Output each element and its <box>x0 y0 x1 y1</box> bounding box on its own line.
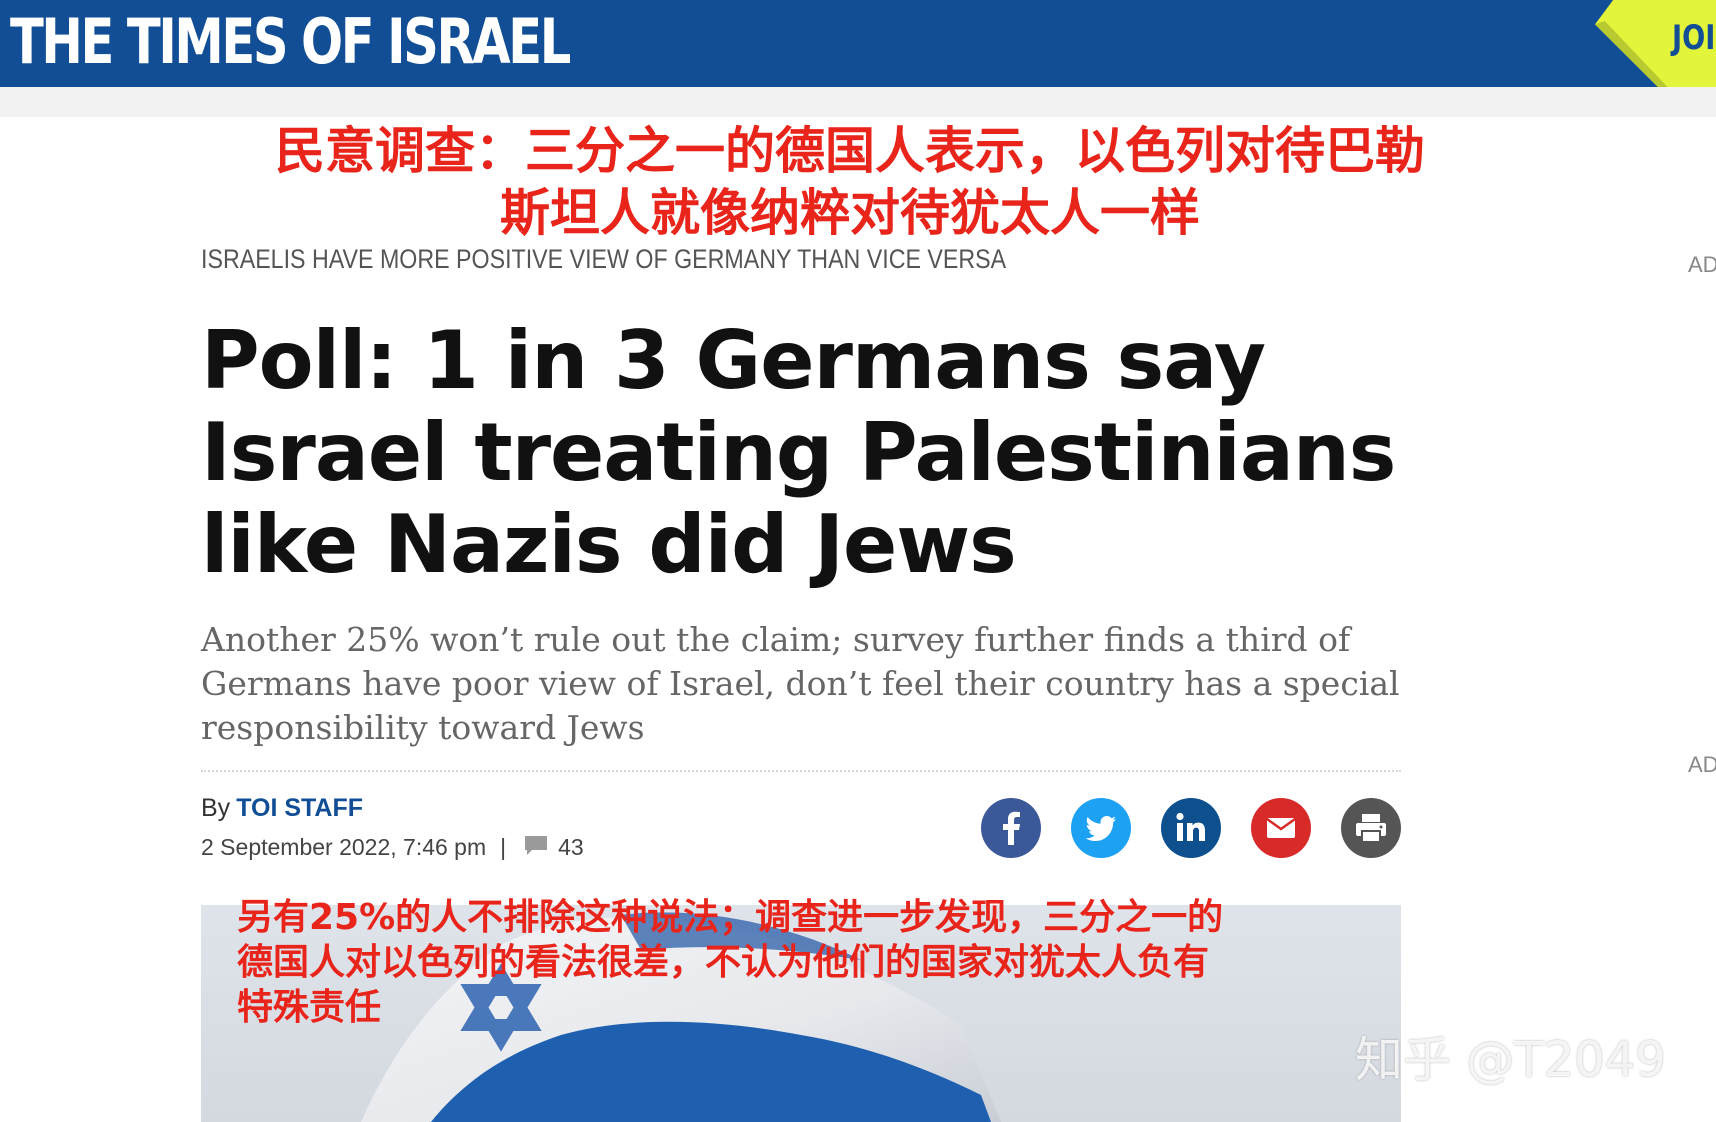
ad-label: AD <box>1688 752 1716 777</box>
chinese-title-line: 民意调查：三分之一的德国人表示，以色列对待巴勒 <box>275 122 1425 180</box>
chinese-subhead-line: 另有25%的人不排除这种说法；调查进一步发现，三分之一的 <box>237 897 1224 938</box>
facebook-icon <box>1003 811 1020 845</box>
divider <box>201 770 1401 772</box>
comment-icon[interactable] <box>524 835 548 863</box>
publish-date: 2 September 2022, 7:46 pm <box>201 834 487 860</box>
byline-prefix: By <box>201 794 231 822</box>
site-logo[interactable]: THE TIMES OF ISRAEL <box>10 4 571 79</box>
chinese-subhead-line: 特殊责任 <box>237 987 382 1028</box>
watermark: 知乎 @T2049 <box>1355 1032 1666 1088</box>
chinese-subhead-line: 德国人对以色列的看法很差，不认为他们的国家对犹太人负有 <box>237 942 1210 983</box>
facebook-share-button[interactable] <box>981 798 1041 858</box>
article-kicker: ISRAELIS HAVE MORE POSITIVE VIEW OF GERM… <box>201 244 1007 274</box>
printer-icon <box>1356 814 1386 843</box>
article-subhead: Another 25% won’t rule out the claim; su… <box>201 620 1400 747</box>
sub-navigation-bar <box>0 87 1716 117</box>
join-button-label[interactable]: JOI <box>1672 18 1715 58</box>
chinese-title-line: 斯坦人就像纳粹对待犹太人一样 <box>500 184 1200 242</box>
author-link[interactable]: TOI STAFF <box>236 794 363 822</box>
chinese-subhead-overlay: 另有25%的人不排除这种说法；调查进一步发现，三分之一的 德国人对以色列的看法很… <box>237 895 1317 1030</box>
linkedin-icon <box>1176 812 1205 841</box>
chinese-title-overlay: 民意调查：三分之一的德国人表示，以色列对待巴勒 斯坦人就像纳粹对待犹太人一样 <box>200 120 1500 244</box>
dateline: 2 September 2022, 7:46 pm | 43 <box>201 834 584 863</box>
print-button[interactable] <box>1341 798 1401 858</box>
email-share-button[interactable] <box>1251 798 1311 858</box>
twitter-share-button[interactable] <box>1071 798 1131 858</box>
ad-label: AD <box>1688 252 1716 277</box>
site-header: THE TIMES OF ISRAEL <box>0 0 1716 87</box>
byline: By TOI STAFF <box>201 794 363 823</box>
separator: | <box>500 834 507 860</box>
twitter-icon <box>1085 816 1116 841</box>
mail-icon <box>1266 817 1296 838</box>
article-headline: Poll: 1 in 3 Germans say Israel treating… <box>201 314 1396 591</box>
comment-count[interactable]: 43 <box>558 834 584 860</box>
linkedin-share-button[interactable] <box>1161 798 1221 858</box>
